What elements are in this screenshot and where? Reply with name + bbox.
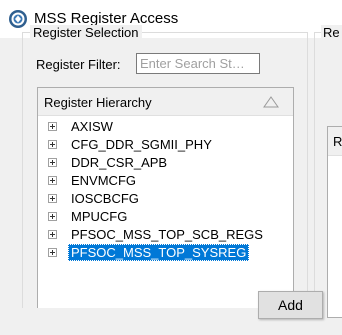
register-filter-input[interactable] [136, 53, 260, 74]
expand-plus-icon[interactable] [48, 176, 57, 185]
expand-plus-icon[interactable] [48, 248, 57, 257]
tree-item-label[interactable]: AXISW [68, 118, 116, 135]
expand-plus-icon[interactable] [48, 230, 57, 239]
tree-item-label[interactable]: ENVMCFG [68, 172, 139, 189]
tree-rows: AXISW CFG_DDR_SGMII_PHY DDR_CSR_APB ENVMCFG… [38, 118, 293, 262]
tree-item[interactable]: PFSOC_MSS_TOP_SCB_REGS [38, 226, 293, 244]
tree-item[interactable]: AXISW [38, 118, 293, 136]
register-filter-label: Register Filter: [36, 57, 121, 72]
tree-item-label[interactable]: PFSOC_MSS_TOP_SCB_REGS [68, 226, 266, 243]
expand-plus-icon[interactable] [48, 158, 57, 167]
right-group-title: Re [321, 25, 342, 40]
tree-item[interactable]: IOSCBCFG [38, 190, 293, 208]
expand-plus-icon[interactable] [48, 212, 57, 221]
right-panel-header-label: R [333, 134, 342, 149]
tree-header-label: Register Hierarchy [44, 95, 152, 110]
tree-item-label[interactable]: DDR_CSR_APB [68, 154, 170, 171]
tree-item[interactable]: DDR_CSR_APB [38, 154, 293, 172]
tree-item-label[interactable]: IOSCBCFG [68, 190, 142, 207]
tree-item-label[interactable]: MPUCFG [68, 208, 130, 225]
tree-item-label[interactable]: PFSOC_MSS_TOP_SYSREG [68, 244, 250, 261]
expand-plus-icon[interactable] [48, 122, 57, 131]
add-button[interactable]: Add [258, 291, 323, 319]
tree-column-header[interactable]: Register Hierarchy [38, 88, 293, 116]
sort-ascending-icon [263, 96, 279, 108]
tree-item[interactable]: MPUCFG [38, 208, 293, 226]
app-logo-icon [9, 10, 27, 28]
tree-item[interactable]: ENVMCFG [38, 172, 293, 190]
tree-item-label[interactable]: CFG_DDR_SGMII_PHY [68, 136, 215, 153]
tree-item[interactable]: PFSOC_MSS_TOP_SYSREG [38, 244, 293, 262]
tree-item[interactable]: CFG_DDR_SGMII_PHY [38, 136, 293, 154]
expand-plus-icon[interactable] [48, 194, 57, 203]
register-hierarchy-tree[interactable]: Register Hierarchy AXISW CFG_DDR_SGMII_PH… [37, 87, 294, 308]
register-selection-title: Register Selection [30, 25, 142, 40]
right-panel-header: R [328, 127, 342, 156]
right-panel: R [327, 126, 342, 318]
expand-plus-icon[interactable] [48, 140, 57, 149]
